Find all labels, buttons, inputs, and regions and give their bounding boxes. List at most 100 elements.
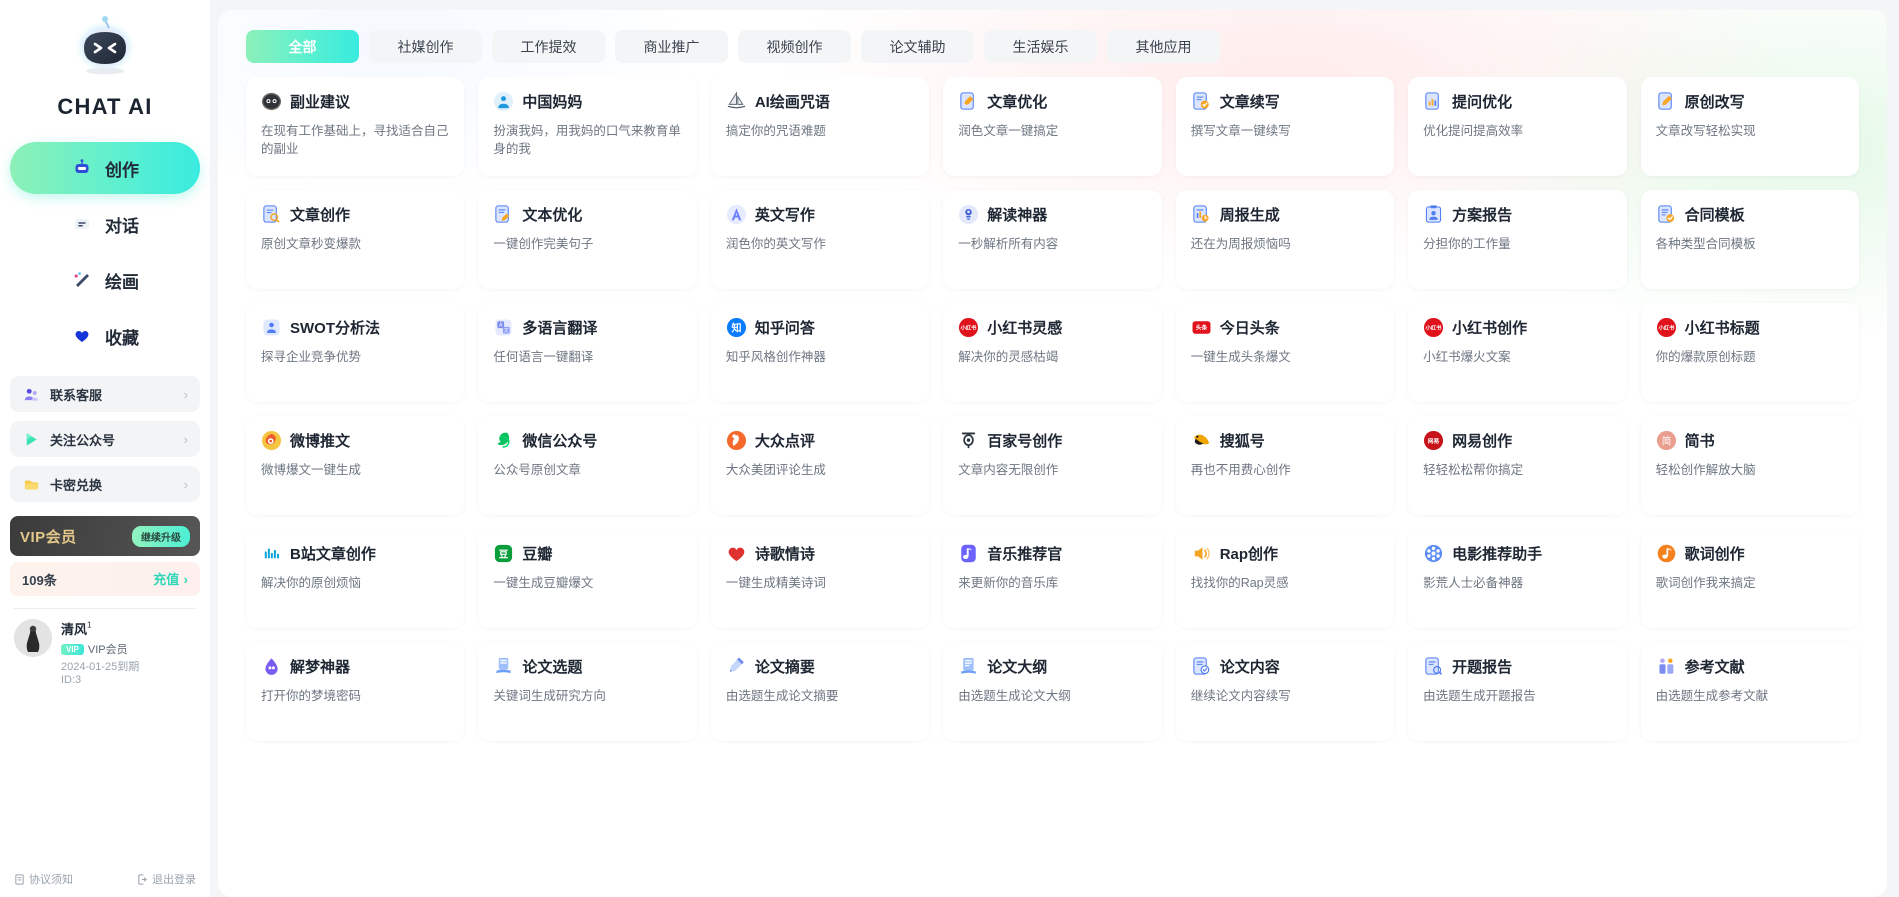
tool-card[interactable]: 合同模板 各种类型合同模板 (1640, 190, 1859, 289)
logout-link[interactable]: 退出登录 (137, 871, 196, 887)
tab-2[interactable]: 工作提效 (492, 30, 605, 63)
vip-upgrade-button[interactable]: 继续升级 (132, 525, 190, 547)
tool-card[interactable]: 论文大纲 由选题生成论文大纲 (943, 642, 1162, 741)
tool-card-head: 合同模板 (1656, 204, 1844, 225)
document-icon (14, 873, 25, 885)
sidebar-footer: 协议须知 退出登录 (0, 871, 210, 887)
tool-card[interactable]: 英文写作 润色你的英文写作 (710, 190, 930, 289)
tool-card[interactable]: Rap创作 找找你的Rap灵感 (1175, 529, 1395, 628)
content-panel: 全部 社媒创作 工作提效 商业推广 视频创作 论文辅助 生活娱乐 其他应用 副业建议 在现有工作… (218, 10, 1887, 897)
tool-card[interactable]: 文章续写 撰写文章一键续写 (1175, 77, 1395, 176)
tool-card[interactable]: 原创改写 文章改写轻松实现 (1640, 77, 1859, 176)
tab-4[interactable]: 视频创作 (738, 30, 851, 63)
tool-card[interactable]: SWOT分析法 探寻企业竞争优势 (246, 303, 465, 402)
doc-check-icon (1191, 91, 1212, 112)
report-icon (1191, 204, 1212, 225)
tool-card-title: 网易创作 (1452, 433, 1513, 450)
util-item-customer-service[interactable]: 联系客服 › (10, 376, 200, 412)
tool-card-title: 小红书灵感 (987, 320, 1063, 337)
util-item-redeem-code[interactable]: 卡密兑换 › (10, 466, 200, 502)
music-app-icon (958, 543, 979, 564)
tool-card[interactable]: AI绘画咒语 搞定你的咒语难题 (710, 77, 930, 176)
robot-logo-icon (62, 14, 148, 88)
util-item-label: 关注公众号 (50, 432, 116, 448)
profile-text: 清风1 VIP VIP会员 2024-01-25到期 ID:3 (61, 619, 139, 686)
profile-name-row: 清风1 (61, 619, 139, 639)
tool-card[interactable]: 歌词创作 歌词创作我来搞定 (1640, 529, 1859, 628)
tool-card[interactable]: B站文章创作 解决你的原创烦恼 (246, 529, 465, 628)
agreement-link[interactable]: 协议须知 (14, 871, 73, 887)
logout-label: 退出登录 (152, 874, 196, 886)
tool-card[interactable]: A 文多语言翻译 任何语言一键翻译 (478, 303, 697, 402)
tool-card[interactable]: 小红书 小红书灵感 解决你的灵感枯竭 (943, 303, 1162, 402)
tool-card[interactable]: 头条 今日头条 一键生成头条爆文 (1175, 303, 1395, 402)
tool-card[interactable]: 论文摘要 由选题生成论文摘要 (710, 642, 930, 741)
tool-card[interactable]: 论文选题 关键词生成研究方向 (478, 642, 697, 741)
sidebar-item-favorites[interactable]: 收藏 (10, 310, 200, 362)
tool-card[interactable]: 音乐推荐官 来更新你的音乐库 (943, 529, 1162, 628)
tool-card[interactable]: 简 简书 轻松创作解放大脑 (1640, 416, 1859, 515)
tool-card-head: 英文写作 (726, 204, 914, 225)
tool-card[interactable]: 小红书 小红书标题 你的爆款原创标题 (1640, 303, 1859, 402)
robot-icon (71, 157, 93, 179)
tool-card[interactable]: 文章优化 润色文章一键搞定 (943, 77, 1162, 176)
tool-card[interactable]: 解梦神器 打开你的梦境密码 (246, 642, 465, 741)
tool-card[interactable]: 搜狐号 再也不用费心创作 (1175, 416, 1395, 515)
tool-card-head: 方案报告 (1423, 204, 1611, 225)
tool-card[interactable]: 副业建议 在现有工作基础上，寻找适合自己的副业 (246, 77, 465, 176)
tool-card[interactable]: 文章创作 原创文章秒变爆款 (246, 190, 465, 289)
clipboard-user-icon (1423, 204, 1444, 225)
tab-3[interactable]: 商业推广 (615, 30, 728, 63)
tool-card[interactable]: 周报生成 还在为周报烦恼吗 (1175, 190, 1395, 289)
tool-card-desc: 文章改写轻松实现 (1655, 124, 1756, 138)
chevron-right-icon: › (183, 572, 188, 587)
util-item-follow-official-account[interactable]: 关注公众号 › (10, 421, 200, 457)
tool-card[interactable]: 中国妈妈 扮演我妈，用我妈的口气来教育单身的我 (478, 77, 697, 176)
tool-card-head: 音乐推荐官 (958, 543, 1146, 564)
quota-card[interactable]: 109条 充值 › (10, 562, 200, 596)
tab-5[interactable]: 论文辅助 (861, 30, 974, 63)
sidebar-nav: 创作 对话 绘画 收藏 (0, 142, 210, 362)
tool-card[interactable]: 微信公众号 公众号原创文章 (478, 416, 697, 515)
tool-card[interactable]: 解读神器 一秒解析所有内容 (943, 190, 1162, 289)
tool-card[interactable]: 网易 网易创作 轻轻松松帮你搞定 (1408, 416, 1627, 515)
user-profile[interactable]: 清风1 VIP VIP会员 2024-01-25到期 ID:3 (14, 619, 196, 686)
tool-card[interactable]: 电影推荐助手 影荒人士必备神器 (1408, 529, 1627, 628)
tool-card-desc: 解决你的原创烦恼 (261, 576, 362, 590)
tool-card-title: 合同模板 (1684, 207, 1745, 224)
tool-card[interactable]: 微博推文 微博爆文一键生成 (246, 416, 465, 515)
bilibili-icon (261, 543, 282, 564)
tool-card[interactable]: 诗歌情诗 一键生成精美诗词 (710, 529, 930, 628)
tool-card[interactable]: 大众点评 大众美团评论生成 (710, 416, 930, 515)
tool-card-head: 解读神器 (958, 204, 1146, 225)
vip-card[interactable]: VIP会员 继续升级 (10, 516, 200, 556)
tool-card-title: 小红书创作 (1452, 320, 1528, 337)
tool-card[interactable]: 提问优化 优化提问提高效率 (1408, 77, 1627, 176)
tab-6[interactable]: 生活娱乐 (984, 30, 1097, 63)
tool-card[interactable]: 方案报告 分担你的工作量 (1408, 190, 1627, 289)
tool-card-title: 微博推文 (290, 433, 351, 450)
tool-card-head: 论文内容 (1191, 656, 1379, 677)
sidebar-item-draw[interactable]: 绘画 (10, 254, 200, 306)
recharge-link[interactable]: 充值 › (153, 569, 188, 589)
tool-card-title: 文本优化 (522, 207, 583, 224)
sidebar-item-create[interactable]: 创作 (10, 142, 200, 194)
tab-0[interactable]: 全部 (246, 30, 359, 63)
thesis-abstract-icon (726, 656, 747, 677)
tool-card[interactable]: 豆 豆瓣 一键生成豆瓣爆文 (478, 529, 697, 628)
tool-card-placeholder (478, 755, 697, 854)
tool-card[interactable]: 文本优化 一键创作完美句子 (478, 190, 697, 289)
sidebar-item-chat[interactable]: 对话 (10, 198, 200, 250)
tool-card[interactable]: 参考文献 由选题生成参考文献 (1640, 642, 1859, 741)
tab-1[interactable]: 社媒创作 (369, 30, 482, 63)
tab-7[interactable]: 其他应用 (1107, 30, 1220, 63)
zhihu-icon: 知 (726, 317, 747, 338)
logout-icon (137, 873, 148, 885)
tool-card[interactable]: 开题报告 由选题生成开题报告 (1408, 642, 1627, 741)
util-item-label: 联系客服 (50, 387, 103, 403)
tool-card[interactable]: 百家号创作 文章内容无限创作 (943, 416, 1162, 515)
tool-card-head: 论文选题 (493, 656, 681, 677)
tool-card[interactable]: 小红书 小红书创作 小红书爆火文案 (1408, 303, 1627, 402)
tool-card[interactable]: 论文内容 继续论文内容续写 (1175, 642, 1395, 741)
tool-card[interactable]: 知知乎问答 知乎风格创作神器 (710, 303, 930, 402)
